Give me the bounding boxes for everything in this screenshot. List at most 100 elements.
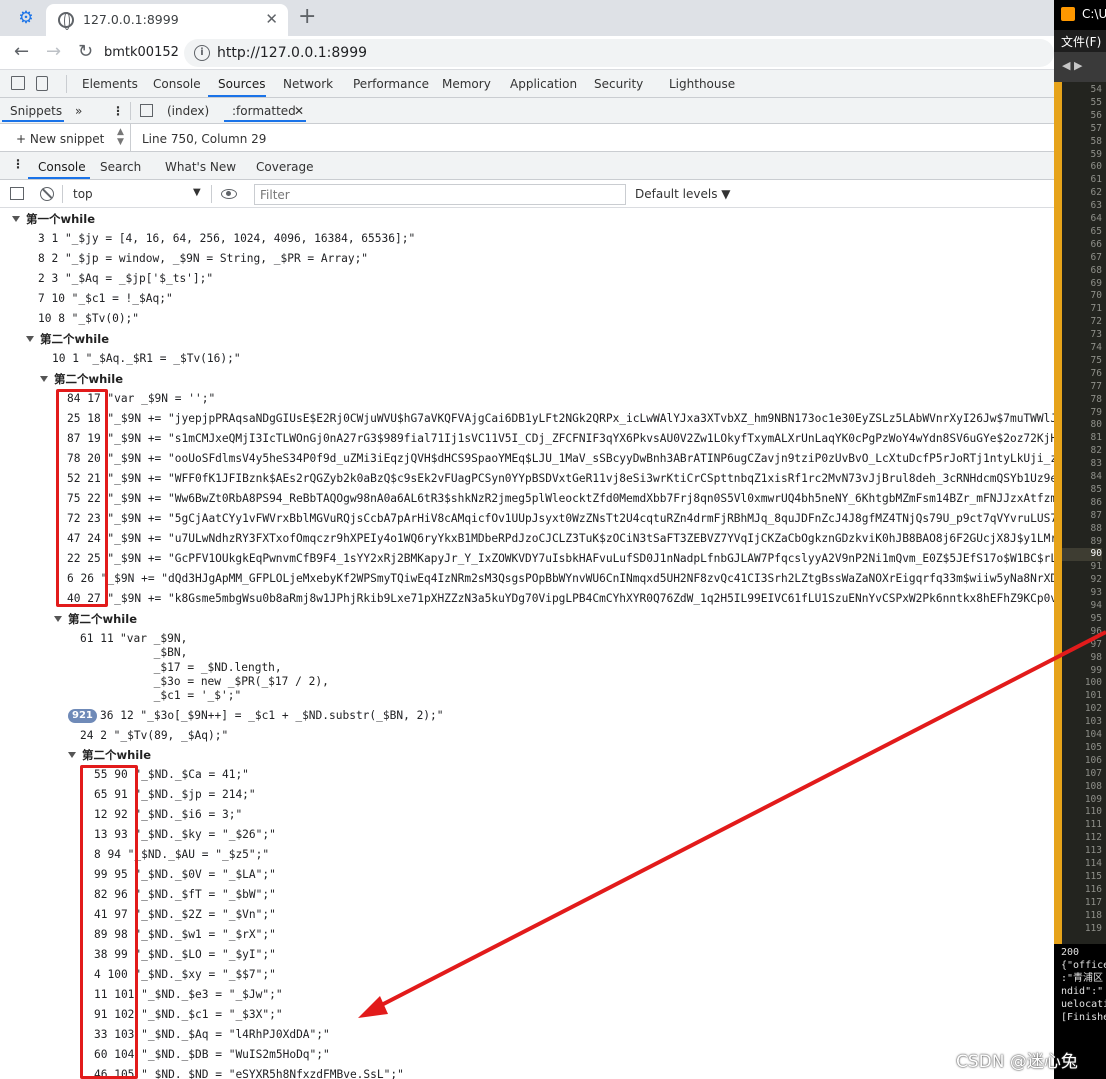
drawer-tab-console[interactable]: Console [38,160,86,174]
editor-line-number: 63 [1090,200,1102,212]
reload-icon[interactable]: ↻ [78,41,93,62]
sidebar-toggle-icon[interactable] [10,187,24,200]
drawer-tab-whats-new[interactable]: What's New [165,160,236,174]
annotation-box-1 [56,389,108,607]
tab-network[interactable]: Network [283,77,333,91]
forward-arrow-icon[interactable]: → [46,41,61,62]
drawer-tab-coverage[interactable]: Coverage [256,160,314,174]
kebab-menu-icon[interactable]: ⋮ [112,104,124,118]
group-header-4[interactable]: 第二个while [54,611,137,627]
editor-line-number: 83 [1090,458,1102,470]
url-text[interactable]: http://127.0.0.1:8999 [217,45,367,61]
editor-line-number: 117 [1084,896,1102,908]
browser-tab[interactable]: 127.0.0.1:8999 ✕ [46,4,288,36]
expand-triangle-icon[interactable] [40,376,48,382]
expand-triangle-icon[interactable] [26,336,34,342]
editor-line-number: 101 [1084,690,1102,702]
editor-line-number: 106 [1084,754,1102,766]
omnibox[interactable]: i http://127.0.0.1:8999 [184,39,1054,67]
drawer-tab-search[interactable]: Search [100,160,141,174]
profile-label[interactable]: bmtk00152 [104,45,179,60]
tab-memory[interactable]: Memory [442,77,491,91]
drawer-tabbar: ⋮ Console Search What's New Coverage [0,152,1054,180]
log-row: 78 20 "_$9N += "ooUoSFdlmsV4y5heS34P0f9d… [67,452,1054,465]
close-file-icon[interactable]: ✕ [294,104,304,118]
clear-console-icon[interactable] [40,187,54,201]
more-tabs-icon[interactable]: » [75,104,82,118]
group-header-5[interactable]: 第二个while [68,747,151,763]
sources-status-row: + New snippet ▲ ▼ Line 750, Column 29 [0,124,1054,152]
editor-line-number: 99 [1090,664,1102,676]
editor-line-number: 85 [1090,483,1102,495]
editor-line-number: 81 [1090,432,1102,444]
screenshot-root: ⚙ 127.0.0.1:8999 ✕ + ← → ↻ bmtk00152 i h… [0,0,1106,1079]
context-dropdown-icon[interactable]: ▼ [193,187,201,198]
tab-performance[interactable]: Performance [353,77,429,91]
log-levels-dropdown[interactable]: Default levels ▼ [635,187,731,201]
snippets-tab[interactable]: Snippets [10,104,62,118]
editor-line-number: 75 [1090,354,1102,366]
editor-line-number: 94 [1090,600,1102,611]
file-tab-index[interactable]: (index) [167,104,209,118]
editor-line-number: 65 [1090,225,1102,237]
context-selector[interactable]: top [73,187,93,201]
cursor-position: Line 750, Column 29 [142,132,267,146]
editor-line-number: 60 [1090,161,1102,173]
back-arrow-icon[interactable]: ← [14,41,29,62]
log-row: 72 23 "_$9N += "5gCjAatCYy1vFWVrxBblMGVu… [67,512,1054,525]
editor-line-number: 82 [1090,445,1102,457]
tab-lighthouse[interactable]: Lighthouse [669,77,735,91]
close-tab-icon[interactable]: ✕ [265,10,278,28]
editor-line-number: 55 [1090,96,1102,108]
separator [62,185,63,203]
editor-logo-icon [1061,7,1075,21]
new-snippet-button[interactable]: + New snippet [16,132,104,146]
tab-elements[interactable]: Elements [82,77,138,91]
log-row: 25 18 "_$9N += "jyepjpPRAqsaNDgGIUsE$E2R… [67,412,1054,425]
settings-gear-icon[interactable]: ⚙ [14,7,38,29]
log-row: 87 19 "_$9N += "s1mCMJxeQMjI3IcTLWOnGj0n… [67,432,1054,445]
site-info-icon[interactable]: i [194,45,210,61]
new-tab-plus-icon[interactable]: + [298,5,316,29]
filter-input[interactable] [255,185,625,204]
editor-line-number: 113 [1084,845,1102,857]
expand-triangle-icon[interactable] [54,616,62,622]
tab-sources[interactable]: Sources [218,77,265,91]
expand-triangle-icon[interactable] [12,216,20,222]
editor-nav-arrows-icon[interactable]: ◀ ▶ [1054,52,1106,82]
log-row: 47 24 "_$9N += "u7ULwNdhzRY3FXTxofOmqczr… [67,532,1054,545]
group-header-1[interactable]: 第一个while [12,211,95,227]
expand-triangle-icon[interactable] [68,752,76,758]
tab-title: 127.0.0.1:8999 [83,12,179,27]
device-toolbar-icon[interactable] [36,76,48,91]
output-line: ndid":" [1061,986,1104,997]
editor-line-number: 74 [1090,342,1102,353]
tab-security[interactable]: Security [594,77,643,91]
editor-line-number: 111 [1084,819,1102,831]
drawer-menu-icon[interactable]: ⋮ [12,157,24,171]
console-filter-box[interactable] [254,184,626,205]
editor-line-number: 57 [1090,122,1102,134]
group-header-3[interactable]: 第二个while [40,371,123,387]
output-line: 200 [1061,947,1080,958]
tab-application[interactable]: Application [510,77,577,91]
editor-line-number: 118 [1084,909,1102,921]
editor-line-number: 86 [1090,496,1102,508]
log-row: 10 1 "_$Aq._$R1 = _$Tv(16);" [52,352,241,365]
group-header-2[interactable]: 第二个while [26,331,109,347]
editor-menu-file[interactable]: 文件(F) [1054,30,1106,52]
editor-line-number: 103 [1084,716,1102,728]
scroll-arrows-icon[interactable]: ▲ ▼ [117,127,124,147]
eye-icon[interactable] [221,189,237,199]
tab-console[interactable]: Console [153,77,201,91]
editor-line-number: 92 [1090,574,1102,586]
editor-line-number: 89 [1090,535,1102,547]
inspect-element-icon[interactable] [11,76,25,90]
toggle-navigator-icon[interactable] [140,104,153,117]
editor-gutter: 54 55 56 57 58 59 60 61 62 63 64 65 66 67 68 69 70 71 72 73… [1054,82,1106,944]
log-row: 36 12 "_$3o[_$9N++] = _$c1 + _$ND.substr… [100,709,444,722]
file-tab-formatted[interactable]: :formatted [232,104,296,118]
editor-line-number: 66 [1090,238,1102,250]
file-tab-underline [224,120,306,122]
editor-line-number: 58 [1090,135,1102,147]
